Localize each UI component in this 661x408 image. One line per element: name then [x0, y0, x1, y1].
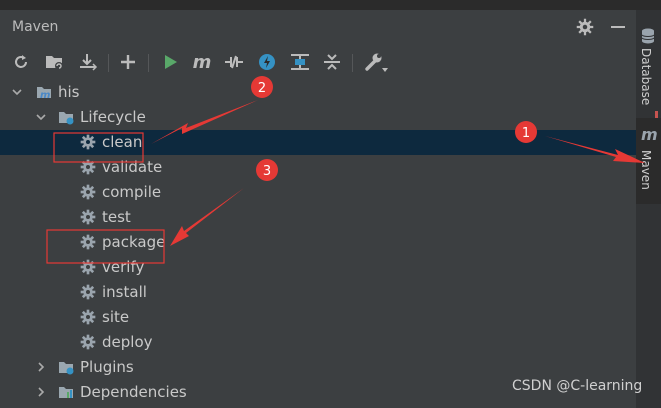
gear-icon — [80, 134, 96, 150]
folder-plugin-icon — [59, 362, 74, 375]
chevron-down-icon[interactable] — [36, 112, 46, 122]
goal-label: validate — [102, 158, 163, 176]
gear-icon — [80, 234, 96, 250]
chevron-right-icon[interactable] — [36, 387, 46, 397]
lifecycle-goal-site[interactable]: site — [0, 305, 636, 330]
minimize-icon[interactable] — [611, 26, 625, 28]
tree-node-label: Plugins — [80, 358, 134, 376]
lifecycle-goal-install[interactable]: install — [0, 280, 636, 305]
maven-icon: m — [641, 125, 658, 144]
tree-node-label: Dependencies — [80, 383, 187, 401]
lifecycle-goal-clean[interactable]: clean — [0, 130, 636, 155]
right-tool-strip: Database m Maven — [636, 10, 661, 408]
gear-icon — [80, 334, 96, 350]
thread-icon[interactable] — [255, 50, 279, 74]
toolbar-divider — [108, 54, 109, 72]
tool-window-title: Maven — [12, 19, 59, 35]
goal-label: test — [102, 208, 131, 226]
goal-label: verify — [102, 258, 145, 276]
tree-node-label: Lifecycle — [80, 108, 146, 126]
lifecycle-goal-deploy[interactable]: deploy — [0, 330, 636, 355]
goal-label: deploy — [102, 333, 153, 351]
lifecycle-goal-test[interactable]: test — [0, 205, 636, 230]
folder-gear-icon — [59, 112, 74, 125]
settings-wrench-icon[interactable] — [362, 50, 388, 74]
gear-icon — [80, 259, 96, 275]
lifecycle-goal-package[interactable]: package — [0, 230, 636, 255]
collapse-icon[interactable] — [320, 50, 344, 74]
tree-node-plugins[interactable]: Plugins — [0, 355, 636, 380]
watermark: CSDN @C-learning — [512, 378, 643, 394]
download-icon[interactable] — [76, 50, 100, 74]
tool-window-header: Maven — [0, 10, 636, 44]
goal-label: package — [102, 233, 166, 251]
gear-icon — [80, 209, 96, 225]
database-tool-tab[interactable]: Database — [636, 26, 661, 141]
goal-label: install — [102, 283, 147, 301]
refresh-icon[interactable] — [9, 50, 33, 74]
database-tab-label: Database — [639, 48, 653, 106]
plus-icon[interactable] — [116, 50, 140, 74]
maven-tool-window: Maven m m his Lifecycle clean validate c… — [0, 10, 636, 408]
show-dependencies-icon[interactable] — [288, 50, 312, 74]
tree-node-his[interactable]: m his — [0, 80, 636, 105]
folder-library-icon — [59, 387, 73, 398]
gear-icon — [80, 184, 96, 200]
chevron-down-icon — [382, 68, 388, 72]
maven-tab-label: Maven — [639, 150, 653, 190]
toolbar-divider — [148, 54, 149, 72]
database-icon — [641, 28, 655, 44]
chevron-right-icon[interactable] — [36, 362, 46, 372]
maven-tool-tab[interactable]: m Maven — [636, 118, 661, 204]
tree-node-lifecycle[interactable]: Lifecycle — [0, 105, 636, 130]
maven-project-icon: m — [37, 87, 51, 100]
svg-text:m: m — [40, 90, 50, 100]
run-icon[interactable] — [158, 50, 182, 74]
add-folder-icon[interactable] — [42, 50, 66, 74]
maven-m-icon[interactable]: m — [190, 50, 214, 74]
goal-label: clean — [102, 133, 143, 151]
gear-icon[interactable] — [576, 18, 594, 36]
lifecycle-goal-verify[interactable]: verify — [0, 255, 636, 280]
goal-label: site — [102, 308, 130, 326]
lifecycle-goal-validate[interactable]: validate — [0, 155, 636, 180]
gear-icon — [80, 159, 96, 175]
chevron-down-icon[interactable] — [12, 87, 22, 97]
maven-toolbar: m — [0, 48, 636, 78]
gear-icon — [80, 309, 96, 325]
toggle-offline-icon[interactable] — [222, 50, 246, 74]
tree-node-label: his — [58, 83, 80, 101]
goal-label: compile — [102, 183, 162, 201]
gear-icon — [80, 284, 96, 300]
editor-tab-strip — [0, 0, 661, 10]
lifecycle-goal-compile[interactable]: compile — [0, 180, 636, 205]
toolbar-divider — [352, 54, 353, 72]
